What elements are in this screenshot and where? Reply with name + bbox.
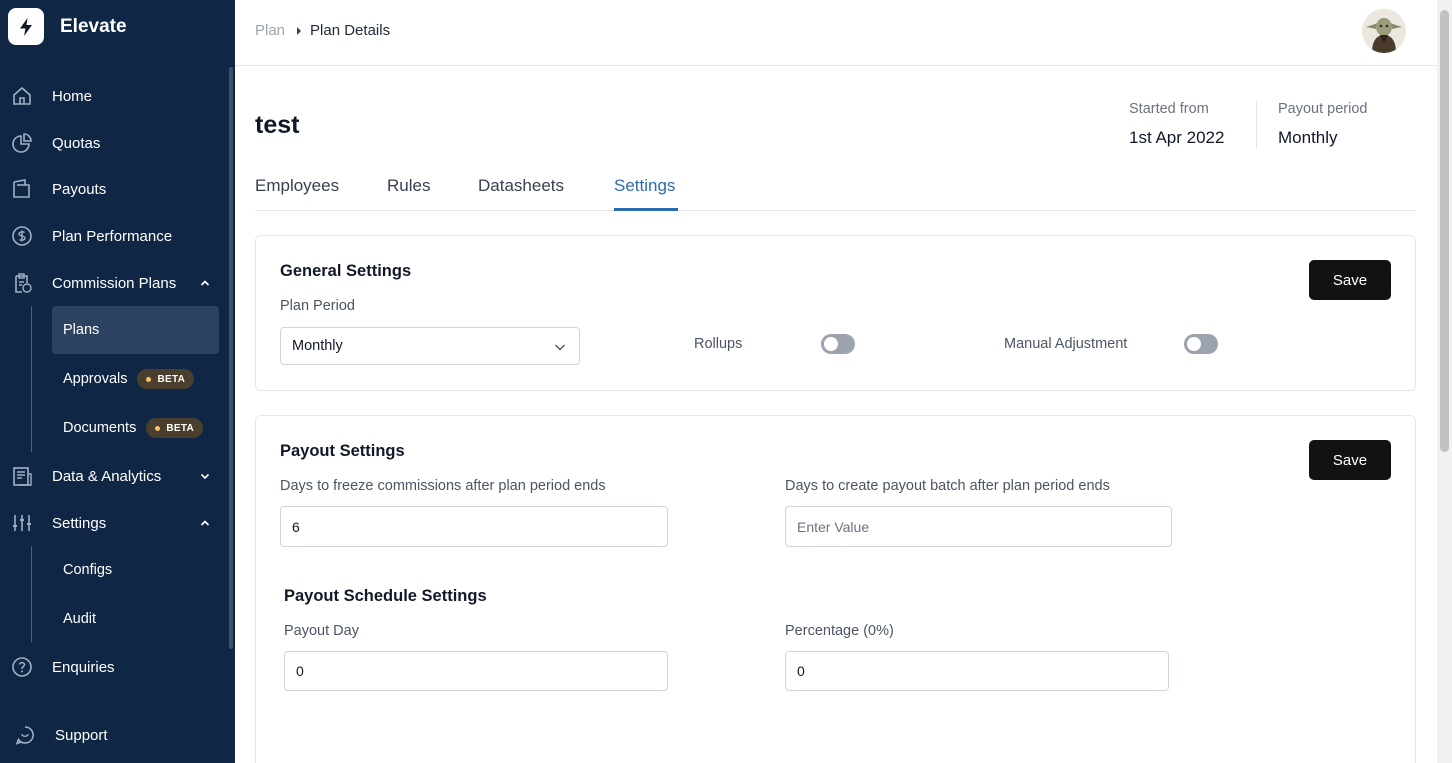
manual-adjustment-toggle[interactable]: [1184, 334, 1218, 354]
page-scrollbar[interactable]: [1437, 0, 1452, 763]
chevron-up-icon: [200, 280, 210, 286]
clipboard-icon: [15, 273, 32, 293]
payout-save-button[interactable]: Save: [1309, 440, 1391, 480]
payout-settings-card: Payout Settings Save Days to freeze comm…: [255, 415, 1416, 763]
started-label: Started from: [1129, 101, 1209, 117]
breadcrumb-separator-icon: [297, 26, 302, 35]
sidebar-item-label: Payouts: [52, 180, 107, 198]
brand[interactable]: Elevate: [8, 8, 127, 45]
page-scrollbar-thumb[interactable]: [1440, 10, 1449, 452]
sidebar-item-label: Enquiries: [52, 658, 115, 676]
tab-rules[interactable]: Rules: [387, 176, 430, 196]
brand-name: Elevate: [60, 15, 127, 37]
batch-days-label: Days to create payout batch after plan p…: [785, 478, 1110, 494]
payout-day-label: Payout Day: [284, 623, 359, 639]
sidebar-subitem-label: Configs: [63, 562, 113, 578]
sidebar-item-support[interactable]: Support: [0, 715, 222, 755]
sidebar-item-label: Commission Plans: [52, 274, 177, 292]
sidebar-subitem-label: Approvals: [63, 371, 128, 387]
submenu-line: [31, 306, 32, 452]
sidebar-item-label: Data & Analytics: [52, 467, 162, 485]
percentage-input[interactable]: [785, 651, 1169, 691]
tab-employees[interactable]: Employees: [255, 176, 339, 196]
general-save-button[interactable]: Save: [1309, 260, 1391, 300]
payout-settings-title: Payout Settings: [280, 442, 405, 460]
payout-day-input[interactable]: [284, 651, 668, 691]
manual-adjustment-label: Manual Adjustment: [1004, 336, 1128, 352]
help-circle-icon: [12, 657, 32, 677]
pie-chart-icon: [12, 133, 32, 153]
dollar-circle-icon: [12, 226, 32, 246]
sidebar-subitem-label: Documents: [63, 420, 137, 436]
tab-datasheets[interactable]: Datasheets: [478, 176, 564, 196]
home-icon: [13, 86, 31, 105]
sidebar-item-quotas[interactable]: Quotas: [0, 123, 222, 163]
sidebar-item-label: Plan Performance: [52, 227, 173, 245]
tab-active-indicator: [614, 208, 678, 211]
lightning-icon: [8, 8, 44, 45]
sidebar-scrollbar[interactable]: [229, 67, 233, 649]
sidebar-subitem-documents[interactable]: Documents BETA: [52, 404, 219, 452]
payout-period-meta: Payout period Monthly: [1278, 101, 1367, 148]
started-value: 1st Apr 2022: [1129, 128, 1225, 147]
beta-badge: BETA: [137, 369, 195, 389]
sidebar-subitem-plans[interactable]: Plans: [52, 306, 219, 354]
sidebar-subitem-label: Audit: [63, 611, 97, 627]
breadcrumb-root[interactable]: Plan: [255, 22, 285, 39]
sidebar-subitem-approvals[interactable]: Approvals BETA: [52, 355, 219, 403]
sidebar-item-enquiries[interactable]: Enquiries: [0, 647, 222, 687]
rollups-label: Rollups: [694, 336, 743, 352]
submenu-line: [31, 546, 32, 642]
rollups-toggle[interactable]: [821, 334, 855, 354]
sidebar-item-home[interactable]: Home: [0, 76, 222, 116]
percentage-label: Percentage (0%): [785, 623, 894, 639]
general-settings-title: General Settings: [280, 262, 412, 280]
sidebar: Elevate Home Quotas Payouts Plan Perform…: [0, 0, 235, 763]
chevron-up-icon: [200, 520, 210, 526]
sidebar-item-label: Home: [52, 87, 93, 105]
breadcrumb-current: Plan Details: [310, 22, 391, 39]
sidebar-subitem-configs[interactable]: Configs: [52, 546, 219, 594]
sliders-icon: [13, 515, 31, 531]
freeze-days-label: Days to freeze commissions after plan pe…: [280, 478, 606, 494]
plan-period-select[interactable]: Monthly: [280, 327, 580, 365]
sidebar-item-label: Support: [55, 726, 108, 744]
chevron-down-icon: [200, 473, 210, 480]
sidebar-item-payouts[interactable]: Payouts: [0, 169, 222, 209]
top-bar: Plan Plan Details: [235, 0, 1437, 66]
sidebar-subitem-label: Plans: [63, 322, 100, 338]
meta-divider: [1256, 100, 1257, 149]
plan-start-meta: Started from 1st Apr 2022: [1129, 101, 1224, 148]
chevron-down-icon: [555, 344, 565, 351]
breadcrumb: Plan Plan Details: [255, 22, 390, 39]
report-icon: [13, 467, 32, 486]
plan-period-value: Monthly: [292, 338, 343, 354]
sidebar-item-label: Quotas: [52, 134, 101, 152]
payout-period-label: Payout period: [1278, 101, 1368, 117]
sidebar-item-plan-performance[interactable]: Plan Performance: [0, 216, 222, 256]
beta-badge: BETA: [146, 418, 204, 438]
chat-icon: [15, 726, 34, 745]
avatar[interactable]: [1362, 9, 1406, 53]
sidebar-subitem-audit[interactable]: Audit: [52, 595, 219, 643]
wallet-icon: [13, 179, 30, 198]
batch-days-input[interactable]: [785, 506, 1172, 547]
tab-settings[interactable]: Settings: [614, 176, 675, 196]
sidebar-item-settings[interactable]: Settings: [0, 503, 222, 543]
freeze-days-input[interactable]: [280, 506, 668, 547]
sidebar-item-label: Settings: [52, 514, 107, 532]
sidebar-item-data-analytics[interactable]: Data & Analytics: [0, 456, 222, 496]
payout-period-value: Monthly: [1278, 128, 1338, 147]
sidebar-item-commission-plans[interactable]: Commission Plans: [0, 263, 222, 303]
tab-bar: Employees Rules Datasheets Settings: [255, 166, 1416, 211]
general-settings-card: General Settings Save Plan Period Monthl…: [255, 235, 1416, 391]
payout-schedule-title: Payout Schedule Settings: [284, 587, 487, 605]
plan-period-label: Plan Period: [280, 298, 355, 314]
page-title: test: [255, 111, 300, 139]
